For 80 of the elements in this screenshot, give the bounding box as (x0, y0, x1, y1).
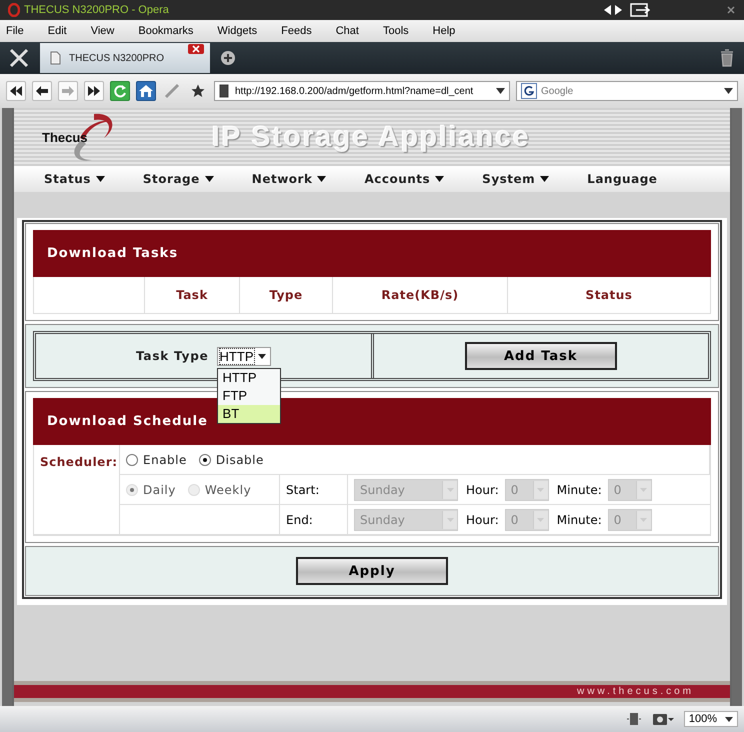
menu-item[interactable]: Edit (48, 25, 67, 37)
menu-item[interactable]: Feeds (281, 25, 312, 37)
radio-option[interactable]: Enable (126, 452, 187, 466)
dropdown-arrow-icon[interactable] (496, 88, 505, 94)
rewind-icon (9, 85, 23, 97)
menu-item[interactable]: Tools (382, 25, 409, 37)
page-icon (50, 51, 61, 65)
column-header: Status (584, 287, 634, 304)
banner-title: IP Storage Appliance (212, 121, 531, 153)
close-tab-icon[interactable] (188, 44, 204, 54)
radio-option[interactable]: Disable (198, 452, 264, 466)
menu-item[interactable]: Help (432, 25, 456, 37)
rewind-button[interactable] (6, 81, 26, 101)
search-box[interactable]: Google (516, 81, 738, 101)
time-label: End: (286, 512, 313, 526)
dropdown-option[interactable]: BT (218, 404, 280, 422)
page-info-icon[interactable] (626, 711, 642, 727)
fast-forward-button[interactable] (84, 81, 104, 101)
dropdown-option[interactable]: HTTP (218, 368, 280, 386)
menu-item[interactable]: Chat (336, 25, 359, 37)
arrows-icon[interactable] (602, 4, 624, 16)
scheduler-label: Scheduler: (40, 455, 118, 469)
minute-label: Minute: (556, 482, 602, 496)
address-field[interactable]: http://192.168.0.200/adm/getform.html?name=dl_cent (214, 81, 510, 101)
page-icon (219, 84, 229, 98)
nav-menu-item[interactable]: Storage (142, 172, 214, 186)
back-arrow-icon (35, 85, 49, 97)
time-label: Start: (286, 482, 320, 496)
section-title: Download Schedule (47, 414, 208, 429)
back-button[interactable] (32, 81, 52, 101)
dropdown-option[interactable]: FTP (218, 386, 280, 404)
dropdown-arrow-icon (725, 716, 733, 722)
reload-button[interactable] (110, 81, 130, 101)
add-tab-icon[interactable] (220, 50, 236, 66)
column-header: Rate(KB/s) (333, 277, 508, 313)
menu-item[interactable]: File (6, 25, 24, 37)
menu-item[interactable]: Widgets (217, 25, 258, 37)
nav-menu-item[interactable]: System (482, 172, 550, 186)
column-header: Type (240, 277, 333, 313)
window-icon[interactable] (630, 3, 650, 17)
section-title: Download Tasks (47, 246, 178, 261)
minute-label: Minute: (556, 512, 602, 526)
task-type-select[interactable]: HTTP (216, 346, 270, 366)
browser-tab[interactable]: THECUS N3200PRO (40, 43, 210, 73)
menu-item[interactable]: View (90, 25, 114, 37)
nav-menu-item[interactable]: Network (252, 172, 326, 186)
opera-logo-icon (8, 3, 20, 17)
radio-button[interactable] (126, 454, 138, 466)
caret-icon (435, 176, 444, 182)
search-engine-icon (521, 83, 537, 99)
column-header: Task (145, 277, 240, 313)
star-icon (191, 84, 205, 98)
hour-label: Hour: (466, 512, 499, 526)
nav-menu-item[interactable]: Accounts (364, 172, 444, 186)
camera-icon[interactable] (652, 711, 674, 727)
add-task-button[interactable]: Add Task (464, 342, 617, 370)
nav-menu-item[interactable]: Language (587, 172, 658, 186)
menu-item[interactable]: Bookmarks (138, 25, 194, 37)
home-icon (138, 84, 154, 98)
caret-icon (204, 176, 214, 182)
forward-arrow-icon (61, 85, 75, 97)
caret-icon (540, 176, 550, 182)
logo-text: Thecus (42, 130, 88, 145)
home-button[interactable] (136, 81, 156, 101)
task-type-label: Task Type (136, 349, 209, 363)
caret-icon (317, 176, 326, 182)
hour-label: Hour: (466, 482, 499, 496)
caret-icon (96, 176, 105, 182)
radio-button[interactable] (198, 454, 211, 466)
window-title: THECUS N3200PRO - Opera (24, 4, 169, 16)
reload-icon (113, 84, 127, 98)
nav-menu-item[interactable]: Status (44, 172, 105, 186)
zoom-field[interactable]: 100% (684, 711, 738, 727)
trash-icon[interactable] (720, 49, 734, 67)
apply-button[interactable]: Apply (296, 557, 448, 585)
dropdown-arrow-icon[interactable] (724, 88, 733, 94)
footer-url: www.thecus.com (576, 686, 694, 697)
close-icon[interactable] (726, 5, 736, 15)
dropdown-arrow-icon (258, 354, 266, 358)
fast-forward-icon (87, 85, 101, 97)
